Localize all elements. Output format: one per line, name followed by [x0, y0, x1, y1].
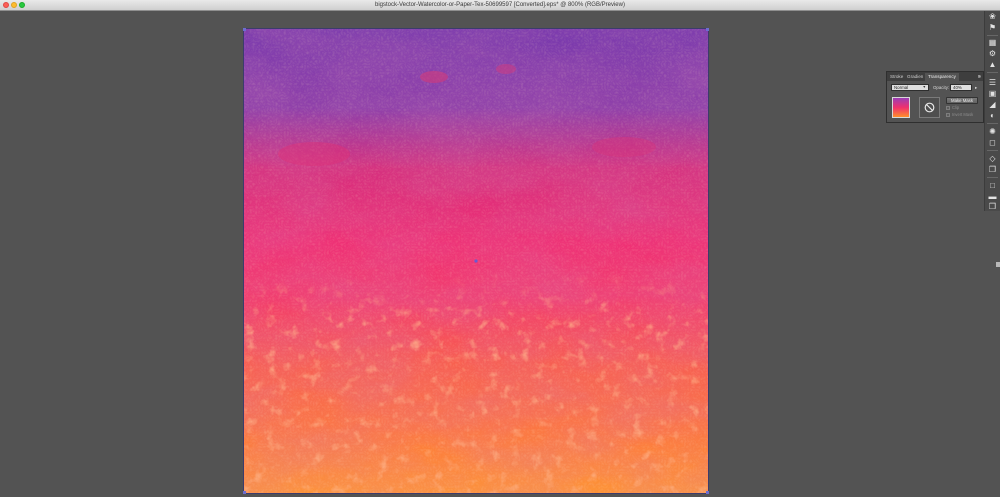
panel-group-divider	[987, 177, 998, 178]
panel-group-divider	[987, 72, 998, 73]
clip-checkbox[interactable]	[946, 105, 950, 110]
layers-icon[interactable]: ◇	[988, 155, 997, 163]
panel-group-divider	[987, 123, 998, 124]
no-mask-icon	[924, 102, 935, 113]
graphic-styles-icon[interactable]: ☰	[988, 79, 997, 87]
swatches-icon[interactable]: ▣	[988, 90, 997, 98]
invert-mask-label: Invert Mask	[952, 112, 974, 117]
chevron-down-icon: ▼	[922, 85, 926, 89]
opacity-slider-toggle-icon[interactable]: ▸	[975, 84, 977, 91]
symbols-icon[interactable]: ◻	[988, 139, 997, 147]
blend-mode-value: Normal	[894, 85, 909, 90]
panel-menu-icon[interactable]: ≡	[978, 73, 981, 81]
tab-gradient[interactable]: Gradien	[907, 73, 923, 81]
invert-mask-checkbox-row[interactable]: Invert Mask	[946, 112, 973, 118]
stain-splotch	[278, 142, 350, 166]
gradient-icon[interactable]: ◢	[988, 101, 997, 109]
center-point-marker	[474, 259, 478, 263]
tab-stroke[interactable]: Stroke	[890, 73, 903, 81]
panel-icon-strip: ❀ ⚑ ▦ ⚙ ▲ ☰ ▣ ◢ ◐ ✺ ◻ ◇ ❐ □ ▬ ❒	[984, 11, 1000, 211]
artboard-corner-marker	[243, 491, 246, 494]
flag-icon[interactable]: ⚑	[988, 24, 997, 32]
clip-label: Clip	[952, 105, 960, 110]
blend-mode-select[interactable]: Normal ▼	[891, 84, 929, 91]
align-icon[interactable]: ▦	[988, 39, 997, 47]
opacity-label: Opacity:	[933, 85, 950, 90]
artboard-canvas[interactable]	[244, 29, 708, 493]
panel-group-divider	[987, 35, 998, 36]
stain-splotch	[496, 64, 516, 74]
stain-splotch	[420, 71, 448, 83]
stain-splotch	[592, 137, 656, 157]
transform-panel-icon[interactable]: □	[988, 182, 997, 190]
transparency-icon[interactable]: ◐	[988, 112, 997, 120]
transparency-panel: Stroke Gradien Transparency » ≡ Normal ▼…	[886, 71, 984, 123]
links-icon[interactable]: ▬	[988, 193, 997, 201]
brush-icon[interactable]: ❀	[988, 13, 997, 21]
panel-tab-bar: Stroke Gradien Transparency » ≡	[887, 72, 983, 81]
illustrator-window: bigstock-Vector-Watercolor-or-Paper-Tex-…	[0, 0, 1000, 497]
artwork-thumbnail[interactable]	[892, 97, 910, 118]
color-guide-icon[interactable]: ✺	[988, 128, 997, 136]
artboard-corner-marker	[706, 28, 709, 31]
window-title: bigstock-Vector-Watercolor-or-Paper-Tex-…	[375, 2, 625, 8]
appearance-icon[interactable]: ▲	[988, 61, 997, 69]
opacity-input[interactable]: 40%	[950, 84, 972, 91]
scrollbar-thumb[interactable]	[996, 262, 1000, 267]
clip-checkbox-row[interactable]: Clip	[946, 105, 959, 111]
artboard-corner-marker	[243, 28, 246, 31]
panel-group-divider	[987, 150, 998, 151]
artboards-icon[interactable]: ❐	[988, 166, 997, 174]
tab-transparency[interactable]: Transparency	[925, 73, 959, 81]
invert-mask-checkbox[interactable]	[946, 112, 950, 117]
watercolor-texture-art[interactable]	[244, 29, 708, 493]
pathfinder-icon[interactable]: ❒	[988, 203, 997, 211]
opacity-mask-thumbnail[interactable]	[919, 97, 940, 118]
artboard-corner-marker	[706, 491, 709, 494]
transform-icon[interactable]: ⚙	[988, 50, 997, 58]
title-bar: bigstock-Vector-Watercolor-or-Paper-Tex-…	[0, 0, 1000, 11]
opacity-value: 40%	[953, 85, 962, 90]
make-mask-button[interactable]: Make Mask	[946, 97, 978, 104]
